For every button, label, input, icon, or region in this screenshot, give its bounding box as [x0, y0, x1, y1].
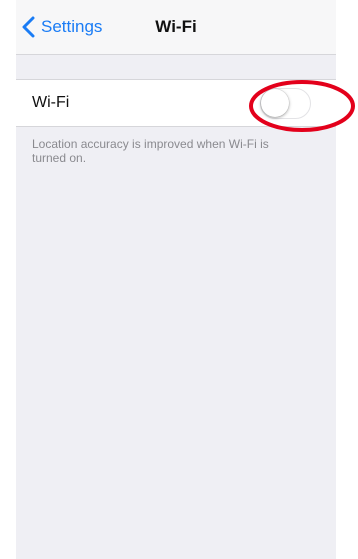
wifi-setting-row: Wi-Fi — [16, 79, 336, 127]
wifi-footnote: Location accuracy is improved when Wi-Fi… — [32, 137, 269, 165]
page-title: Wi-Fi — [155, 17, 197, 36]
wifi-setting-label: Wi-Fi — [32, 94, 70, 111]
toggle-knob — [261, 89, 289, 117]
settings-screen: Settings Wi-Fi Wi-Fi Location accuracy i… — [16, 0, 336, 559]
wifi-toggle[interactable] — [260, 88, 311, 119]
navigation-bar: Settings Wi-Fi — [16, 0, 336, 55]
